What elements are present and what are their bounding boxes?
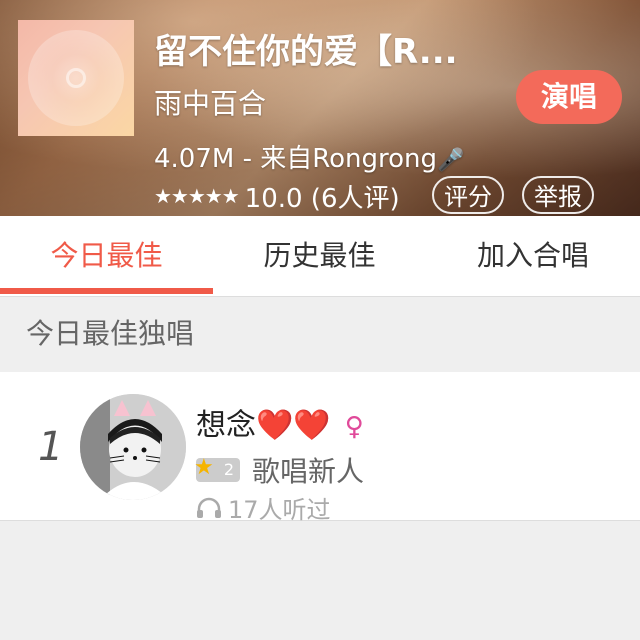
listen-count: 17人听过 [196,490,331,525]
tab-history-best[interactable]: 历史最佳 [213,216,426,296]
rating-row: ★★★★★ 10.0 (6人评) [154,176,400,216]
avatar[interactable] [80,394,186,500]
headphones-icon [197,497,221,518]
avatar-photo [80,394,186,500]
tab-today-best[interactable]: 今日最佳 [0,216,213,296]
microphone-icon: 🎤 [437,148,465,173]
report-button[interactable]: 举报 [522,176,594,214]
artist-name[interactable]: 雨中百合 [154,82,266,122]
female-icon: ♀ [344,412,364,442]
rating-score: 10.0 (6人评) [244,183,400,214]
user-name[interactable]: 想念❤️❤️ [196,408,331,443]
song-meta-text: 4.07M - 来自Rongrong [154,144,438,174]
album-cover[interactable] [18,20,134,136]
list-item[interactable]: 1 想念❤️❤️ ♀ ★ 2 歌唱新人 17人听过 [0,372,640,524]
user-name-row: 想念❤️❤️ ♀ [196,400,364,444]
song-title: 留不住你的爱【R... [154,32,458,72]
tab-join-chorus[interactable]: 加入合唱 [426,216,640,296]
tab-bar: 今日最佳 历史最佳 加入合唱 [0,216,640,297]
active-tab-indicator [0,288,213,294]
user-level: ★ 2 歌唱新人 [194,450,365,490]
sing-button[interactable]: 演唱 [516,70,622,124]
level-number: 2 [223,460,234,479]
rank-number: 1 [38,424,64,470]
rating-stars: ★★★★★ [154,184,240,208]
song-meta: 4.07M - 来自Rongrong🎤 [154,138,464,175]
song-header: 留不住你的爱【R... 雨中百合 4.07M - 来自Rongrong🎤 演唱 … [0,0,640,216]
section-title: 今日最佳独唱 [26,317,195,350]
star-icon: ★ [194,455,214,480]
level-title: 歌唱新人 [252,455,365,488]
listen-count-text: 17人听过 [228,496,331,524]
disc-icon [28,30,124,126]
level-badge: ★ 2 [194,455,240,482]
rate-button[interactable]: 评分 [432,176,504,214]
